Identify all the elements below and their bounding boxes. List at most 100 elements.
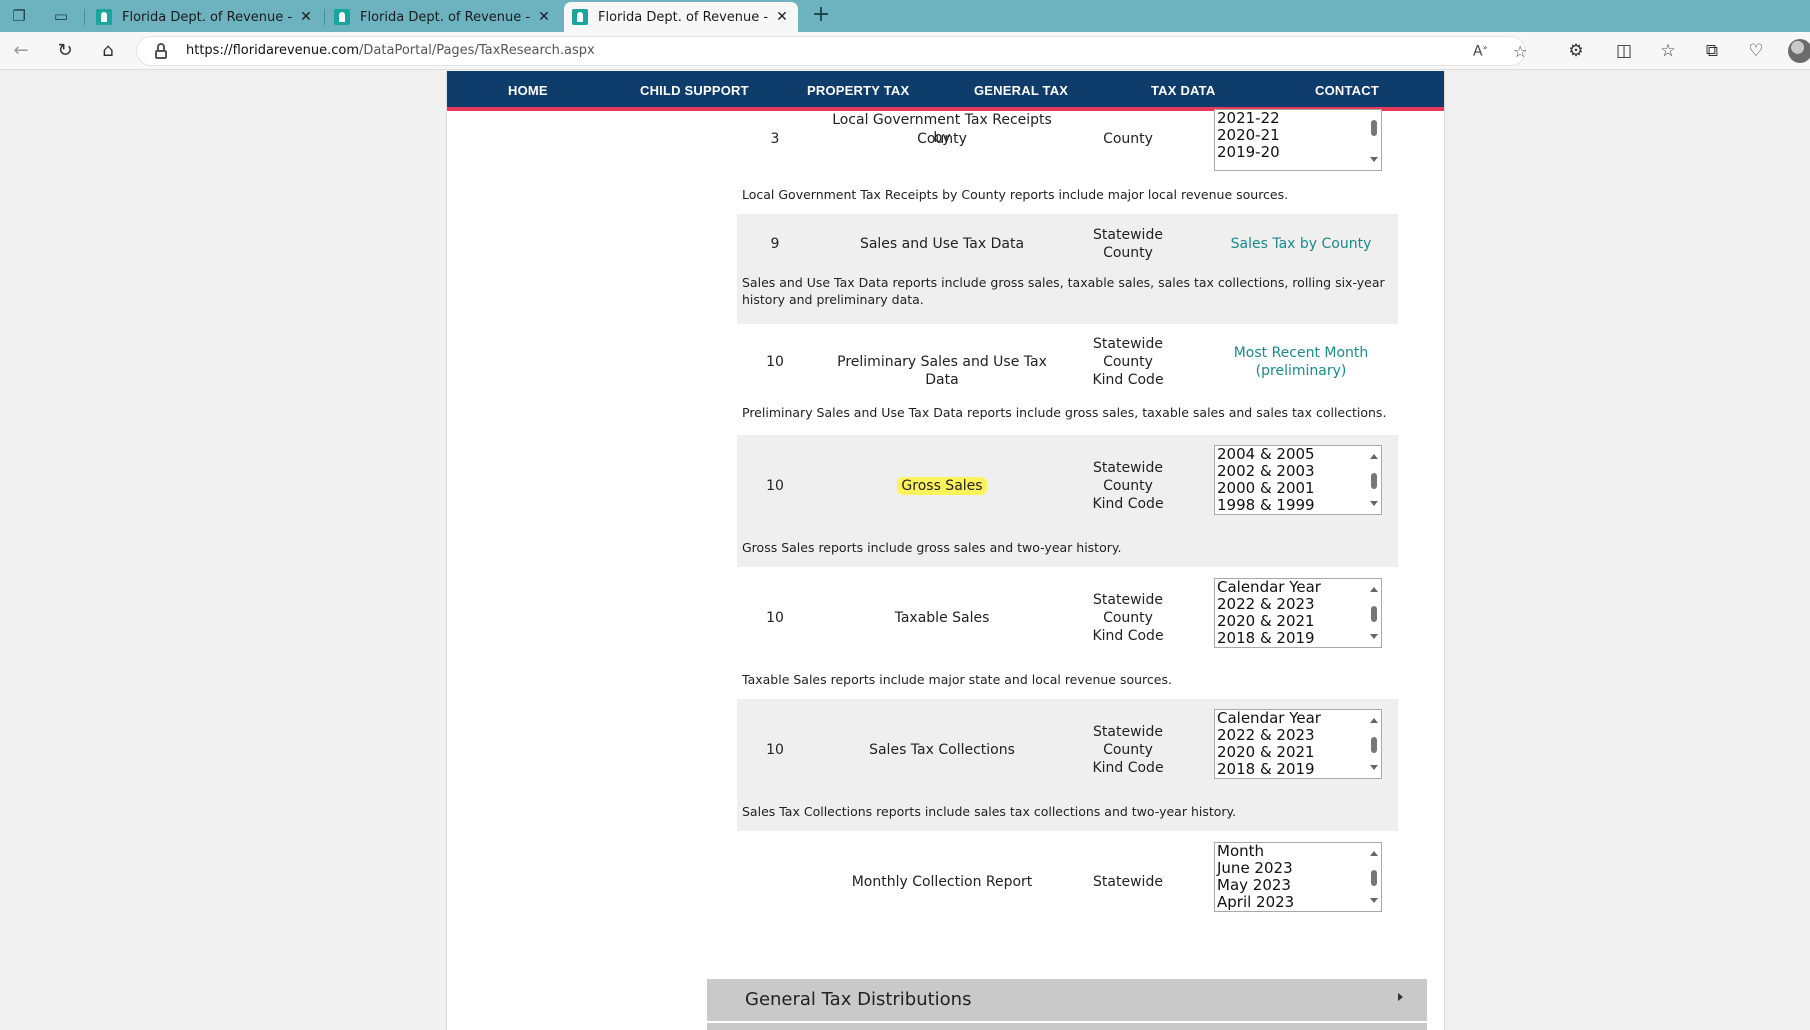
report-level: County xyxy=(1103,742,1153,758)
home-icon[interactable]: ⌂ xyxy=(96,40,120,62)
report-name-highlighted: Gross Sales xyxy=(827,477,1057,495)
select-option[interactable]: 2021-22 xyxy=(1215,110,1381,127)
select-option[interactable]: 1998 & 1999 xyxy=(1215,497,1381,514)
select-option[interactable]: May 2023 xyxy=(1215,877,1381,894)
select-option[interactable]: 2000 & 2001 xyxy=(1215,480,1381,497)
report-row-taxable-sales: 10 Taxable Sales Statewide County Kind C… xyxy=(737,567,1398,699)
report-description: Gross Sales reports include gross sales … xyxy=(742,540,1122,555)
sales-tax-by-county-link[interactable]: Sales Tax by County xyxy=(1217,235,1385,253)
report-name-line2: County xyxy=(917,131,967,147)
report-level: Kind Code xyxy=(1092,496,1164,512)
favorites-icon[interactable]: ☆ xyxy=(1656,40,1680,62)
select-option[interactable]: April 2023 xyxy=(1215,894,1381,911)
nav-property-tax[interactable]: PROPERTY TAX xyxy=(807,83,909,98)
listbox-scrollbar[interactable] xyxy=(1367,579,1381,647)
report-name: Monthly Collection Report xyxy=(851,874,1033,890)
page-content: HOME CHILD SUPPORT PROPERTY TAX GENERAL … xyxy=(446,71,1445,1030)
year-select-taxable-sales[interactable]: Calendar Year 2022 & 2023 2020 & 2021 20… xyxy=(1214,578,1382,648)
year-select-local-gov[interactable]: 2021-22 2020-21 2019-20 xyxy=(1214,109,1382,171)
workspaces-icon[interactable]: ❐ xyxy=(8,6,30,26)
select-option[interactable]: 2018 & 2019 xyxy=(1215,630,1381,647)
select-option[interactable]: 2020-21 xyxy=(1215,127,1381,144)
select-option[interactable]: 2022 & 2023 xyxy=(1215,596,1381,613)
read-aloud-icon[interactable]: A» xyxy=(1473,43,1487,60)
select-option[interactable]: 2004 & 2005 xyxy=(1215,446,1381,463)
refresh-icon[interactable]: ↻ xyxy=(53,40,77,62)
report-level: County xyxy=(1103,245,1153,261)
close-tab-icon[interactable]: ✕ xyxy=(298,9,314,25)
report-level: Kind Code xyxy=(1092,628,1164,644)
url-field[interactable]: https://floridarevenue.com/DataPortal/Pa… xyxy=(136,36,1527,66)
select-option[interactable]: Month xyxy=(1215,843,1381,860)
select-option[interactable]: June 2023 xyxy=(1215,860,1381,877)
close-tab-icon[interactable]: ✕ xyxy=(536,9,552,25)
report-level: Statewide xyxy=(1093,336,1163,352)
nav-child-support[interactable]: CHILD SUPPORT xyxy=(640,83,749,98)
most-recent-month-link-line2[interactable]: (preliminary) xyxy=(1217,362,1385,380)
month-select-monthly-collection[interactable]: Month June 2023 May 2023 April 2023 xyxy=(1214,842,1382,912)
page-viewport: HOME CHILD SUPPORT PROPERTY TAX GENERAL … xyxy=(0,71,1810,1030)
nav-general-tax[interactable]: GENERAL TAX xyxy=(974,83,1068,98)
report-description: Taxable Sales reports include major stat… xyxy=(742,672,1172,687)
listbox-scrollbar[interactable] xyxy=(1367,710,1381,778)
favorite-star-icon[interactable]: ☆ xyxy=(1513,42,1527,61)
report-name: Taxable Sales xyxy=(894,610,990,626)
browser-tab-2[interactable]: Florida Dept. of Revenue - Home ✕ xyxy=(326,2,560,32)
select-option[interactable]: 2019-20 xyxy=(1215,144,1381,161)
listbox-scrollbar[interactable] xyxy=(1367,110,1381,170)
nav-contact[interactable]: CONTACT xyxy=(1315,83,1379,98)
tab-actions-icon[interactable]: ▭ xyxy=(50,6,72,26)
report-row-sales-tax-collections: 10 Sales Tax Collections Statewide Count… xyxy=(737,699,1398,831)
report-level: County xyxy=(1103,478,1153,494)
url-host: https://floridarevenue.com xyxy=(186,43,360,58)
profile-avatar[interactable] xyxy=(1788,39,1810,63)
tab-strip: ❐ ▭ Florida Dept. of Revenue - Home ✕ Fl… xyxy=(0,0,1810,32)
report-level: Kind Code xyxy=(1092,760,1164,776)
next-accordion-edge[interactable] xyxy=(707,1023,1427,1030)
nav-tax-data[interactable]: TAX DATA xyxy=(1151,83,1215,98)
report-row-monthly-collection: Monthly Collection Report Statewide Mont… xyxy=(737,831,1398,931)
select-option[interactable]: 2018 & 2019 xyxy=(1215,761,1381,778)
browser-essentials-icon[interactable]: ♡ xyxy=(1744,40,1768,62)
report-number: 9 xyxy=(770,236,780,252)
report-name: Preliminary Sales and Use Tax Data xyxy=(837,354,1047,388)
general-tax-distributions-accordion[interactable]: General Tax Distributions xyxy=(707,979,1427,1021)
select-option[interactable]: 2022 & 2023 xyxy=(1215,727,1381,744)
extensions-icon[interactable]: ⚙ xyxy=(1564,40,1588,62)
report-number: 10 xyxy=(766,354,784,370)
select-option[interactable]: Calendar Year xyxy=(1215,579,1381,596)
nav-home[interactable]: HOME xyxy=(508,83,548,98)
browser-tab-3-active[interactable]: Florida Dept. of Revenue - taxresearch ✕ xyxy=(564,2,798,32)
report-level: County xyxy=(1103,131,1153,147)
florida-revenue-favicon xyxy=(96,9,112,25)
select-option[interactable]: 2020 & 2021 xyxy=(1215,744,1381,761)
listbox-scrollbar[interactable] xyxy=(1367,843,1381,911)
select-option[interactable]: 2020 & 2021 xyxy=(1215,613,1381,630)
report-description: Local Government Tax Receipts by County … xyxy=(742,187,1289,202)
select-option[interactable]: 2002 & 2003 xyxy=(1215,463,1381,480)
url-path: /DataPortal/Pages/TaxResearch.aspx xyxy=(359,43,595,58)
report-row-preliminary: 10 Preliminary Sales and Use Tax Data St… xyxy=(737,324,1398,435)
close-tab-icon[interactable]: ✕ xyxy=(774,9,790,25)
year-select-gross-sales[interactable]: 2004 & 2005 2002 & 2003 2000 & 2001 1998… xyxy=(1214,445,1382,515)
gross-sales-highlight: Gross Sales xyxy=(897,477,987,495)
back-icon[interactable]: ← xyxy=(9,40,33,62)
listbox-scrollbar[interactable] xyxy=(1367,446,1381,514)
report-level: County xyxy=(1103,354,1153,370)
collections-icon[interactable]: ⧉ xyxy=(1700,40,1724,62)
most-recent-month-link[interactable]: Most Recent Month xyxy=(1217,344,1385,362)
report-row-gross-sales: 10 Gross Sales Statewide County Kind Cod… xyxy=(737,435,1398,567)
report-number: 10 xyxy=(766,742,784,758)
new-tab-button[interactable]: + xyxy=(808,4,834,28)
lock-icon[interactable] xyxy=(155,43,167,59)
report-level: Statewide xyxy=(1093,227,1163,243)
browser-tab-1[interactable]: Florida Dept. of Revenue - Home ✕ xyxy=(88,2,322,32)
report-description: Sales Tax Collections reports include sa… xyxy=(742,804,1237,819)
report-number: 3 xyxy=(770,131,780,147)
year-select-sales-tax-collections[interactable]: Calendar Year 2022 & 2023 2020 & 2021 20… xyxy=(1214,709,1382,779)
tab-title: Florida Dept. of Revenue - Home xyxy=(122,9,292,25)
report-row-local-gov: 3 Local Government Tax Receipts by Count… xyxy=(737,109,1398,215)
report-description-line1: Sales and Use Tax Data reports include g… xyxy=(742,275,1385,290)
split-screen-icon[interactable]: ◫ xyxy=(1612,40,1636,62)
select-option[interactable]: Calendar Year xyxy=(1215,710,1381,727)
